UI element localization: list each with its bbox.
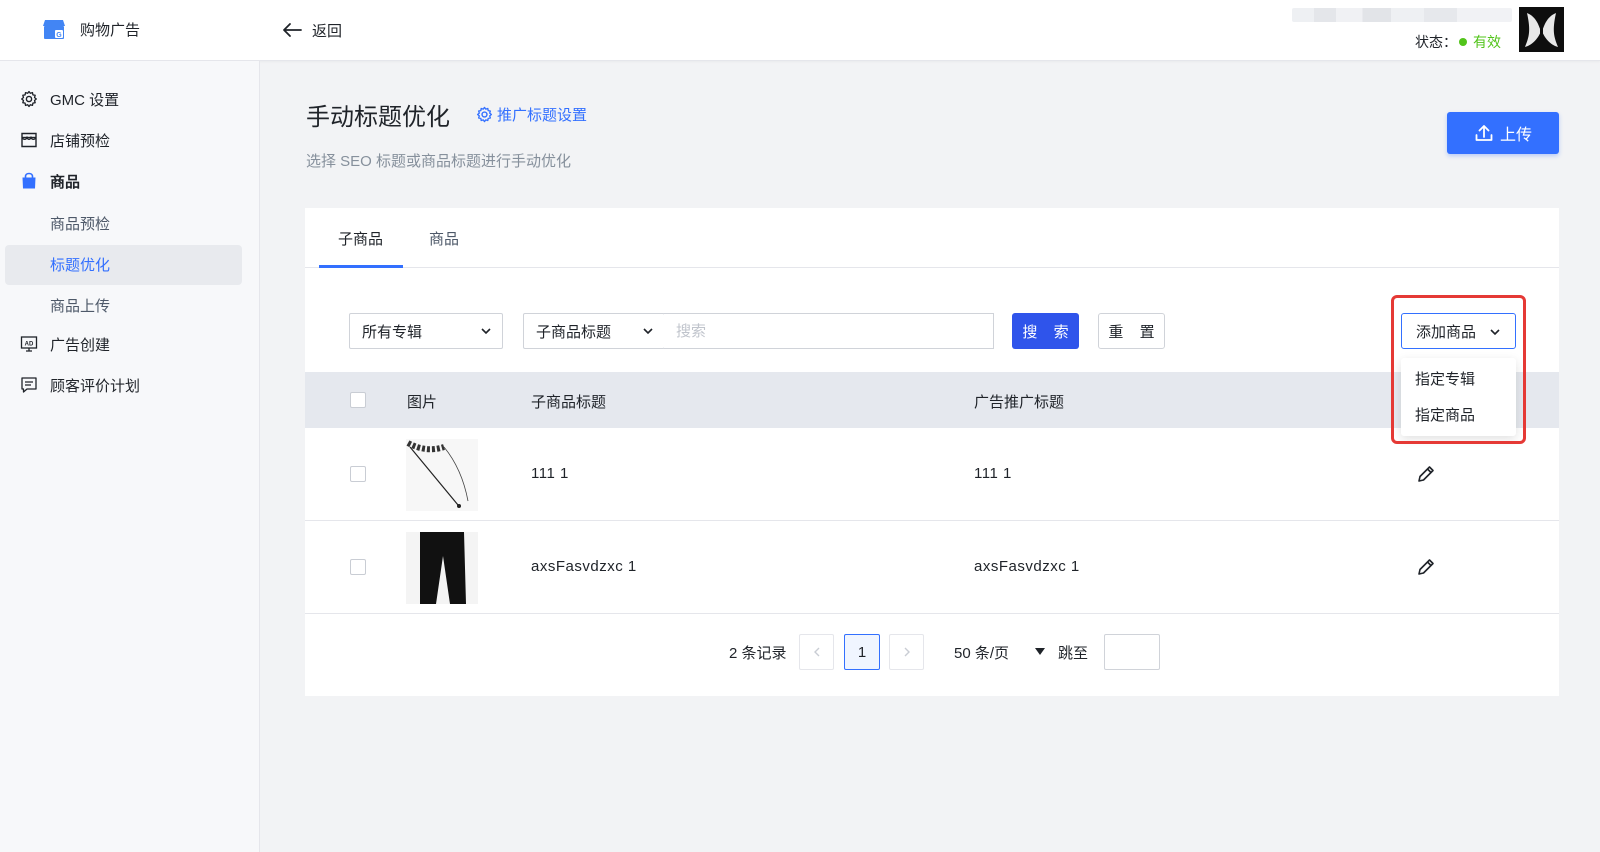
select-all-checkbox[interactable]: [350, 392, 366, 408]
page-title: 手动标题优化: [306, 104, 450, 131]
ad-icon: AD: [20, 336, 38, 352]
next-page-button[interactable]: [889, 634, 924, 670]
back-button[interactable]: 返回: [282, 18, 342, 42]
ad-title-cell: 111 1: [974, 465, 1012, 482]
sidebar-item-label: GMC 设置: [50, 91, 120, 109]
store-icon: [21, 132, 37, 148]
sidebar-item-product-precheck[interactable]: 商品预检: [50, 213, 110, 234]
sidebar-item-store-precheck[interactable]: 店铺预检: [20, 127, 110, 153]
tab-products[interactable]: 商品: [429, 228, 459, 249]
tab-bar: 子商品 商品: [305, 208, 1559, 268]
chevron-right-icon: [904, 647, 910, 657]
shopping-ads-logo-icon: G: [43, 20, 65, 39]
page-size-select[interactable]: 50 条/页: [954, 642, 1009, 663]
promo-settings-label: 推广标题设置: [497, 107, 588, 124]
prev-page-button[interactable]: [799, 634, 834, 670]
add-product-label: 添加商品: [1416, 323, 1477, 341]
variant-title-cell: axsFasvdzxc 1: [531, 558, 637, 575]
product-thumbnail[interactable]: [406, 439, 478, 511]
page-subtitle: 选择 SEO 标题或商品标题进行手动优化: [306, 153, 572, 170]
table-row: 111 1 111 1: [305, 428, 1559, 521]
column-header-ad-title: 广告推广标题: [974, 394, 1065, 411]
sidebar-item-label: 店铺预检: [50, 132, 111, 150]
search-input[interactable]: [664, 313, 994, 349]
jump-to-label: 跳至: [1058, 645, 1089, 662]
caret-down-icon[interactable]: [1035, 648, 1045, 655]
promo-title-settings-link[interactable]: 推广标题设置: [476, 104, 587, 125]
album-select-value: 所有专辑: [362, 323, 423, 341]
upload-label: 上传: [1499, 127, 1532, 144]
active-tab-indicator: [319, 265, 403, 268]
chevron-down-icon: [481, 328, 491, 335]
sidebar-item-gmc-settings[interactable]: GMC 设置: [20, 86, 119, 112]
review-icon: [21, 377, 37, 393]
upload-button[interactable]: 上传: [1447, 112, 1559, 154]
field-select-value: 子商品标题: [536, 323, 612, 341]
add-product-button[interactable]: 添加商品: [1401, 313, 1516, 349]
gear-icon: [21, 90, 37, 108]
gear-icon: [476, 106, 493, 123]
chevron-left-icon: [813, 647, 819, 657]
sidebar-item-label: 广告创建: [50, 336, 111, 354]
status-label: 状态：: [1415, 34, 1457, 50]
edit-pencil-icon[interactable]: [1416, 464, 1436, 484]
avatar-image-icon: [1519, 7, 1564, 52]
table-header: 图片 子商品标题 广告推广标题: [305, 372, 1559, 428]
sidebar-item-label: 商品: [50, 173, 81, 191]
status-dot: [1459, 38, 1467, 46]
row-checkbox[interactable]: [350, 466, 366, 482]
avatar[interactable]: [1519, 7, 1564, 52]
status-indicator: 状态： 有效: [1415, 32, 1501, 52]
column-header-image: 图片: [407, 394, 438, 411]
row-checkbox[interactable]: [350, 559, 366, 575]
pants-image-icon: [406, 532, 478, 604]
chevron-down-icon: [1490, 329, 1500, 336]
add-product-menu: 指定专辑 指定商品: [1401, 358, 1516, 436]
arrow-left-icon: [283, 23, 302, 37]
search-button[interactable]: 搜 索: [1012, 313, 1079, 349]
ad-title-cell: axsFasvdzxc 1: [974, 558, 1080, 575]
variant-title-cell: 111 1: [531, 465, 569, 482]
menu-item-specify-album[interactable]: 指定专辑: [1415, 368, 1475, 389]
back-label: 返回: [312, 22, 343, 40]
table-row: axsFasvdzxc 1 axsFasvdzxc 1: [305, 521, 1559, 614]
status-value: 有效: [1473, 34, 1501, 50]
chevron-down-icon: [643, 328, 653, 335]
field-select[interactable]: 子商品标题: [523, 313, 665, 349]
upload-icon: [1475, 125, 1493, 141]
sidebar-item-label: 顾客评价计划: [50, 377, 141, 395]
svg-text:G: G: [56, 32, 62, 39]
reset-button[interactable]: 重 置: [1098, 313, 1165, 349]
sidebar-item-title-optimization[interactable]: 标题优化: [50, 254, 110, 275]
account-name-redacted: [1292, 8, 1512, 22]
product-card: 子商品 商品 所有专辑 子商品标题 搜 索 重 置 图片 子商品标题 广告推广标…: [305, 208, 1559, 696]
svg-text:AD: AD: [25, 342, 34, 348]
shopping-bag-icon: [22, 172, 36, 189]
sidebar-item-products[interactable]: 商品: [20, 168, 80, 194]
current-page-button[interactable]: 1: [844, 634, 880, 670]
jump-page-input[interactable]: [1104, 634, 1160, 670]
top-header: G 购物广告 返回 状态： 有效: [0, 0, 1600, 61]
column-header-variant-title: 子商品标题: [531, 394, 607, 411]
sidebar: GMC 设置 店铺预检 商品 商品预检 标题优化 商品上传 AD 广告创建 顾客: [0, 61, 260, 852]
sidebar-item-customer-reviews[interactable]: 顾客评价计划: [20, 372, 140, 398]
edit-pencil-icon[interactable]: [1416, 557, 1436, 577]
sidebar-active-highlight: [5, 245, 242, 285]
necklace-image-icon: [406, 439, 478, 511]
tab-variants[interactable]: 子商品: [338, 228, 383, 249]
sidebar-item-ad-creation[interactable]: AD 广告创建: [20, 331, 110, 357]
pagination-total: 2 条记录: [729, 645, 787, 662]
pagination: 2 条记录 1 50 条/页 跳至: [305, 632, 1559, 672]
album-select[interactable]: 所有专辑: [349, 313, 503, 349]
sidebar-item-product-upload[interactable]: 商品上传: [50, 295, 110, 316]
menu-item-specify-product[interactable]: 指定商品: [1415, 404, 1475, 425]
product-thumbnail[interactable]: [406, 532, 478, 604]
app-title: 购物广告: [80, 22, 141, 39]
